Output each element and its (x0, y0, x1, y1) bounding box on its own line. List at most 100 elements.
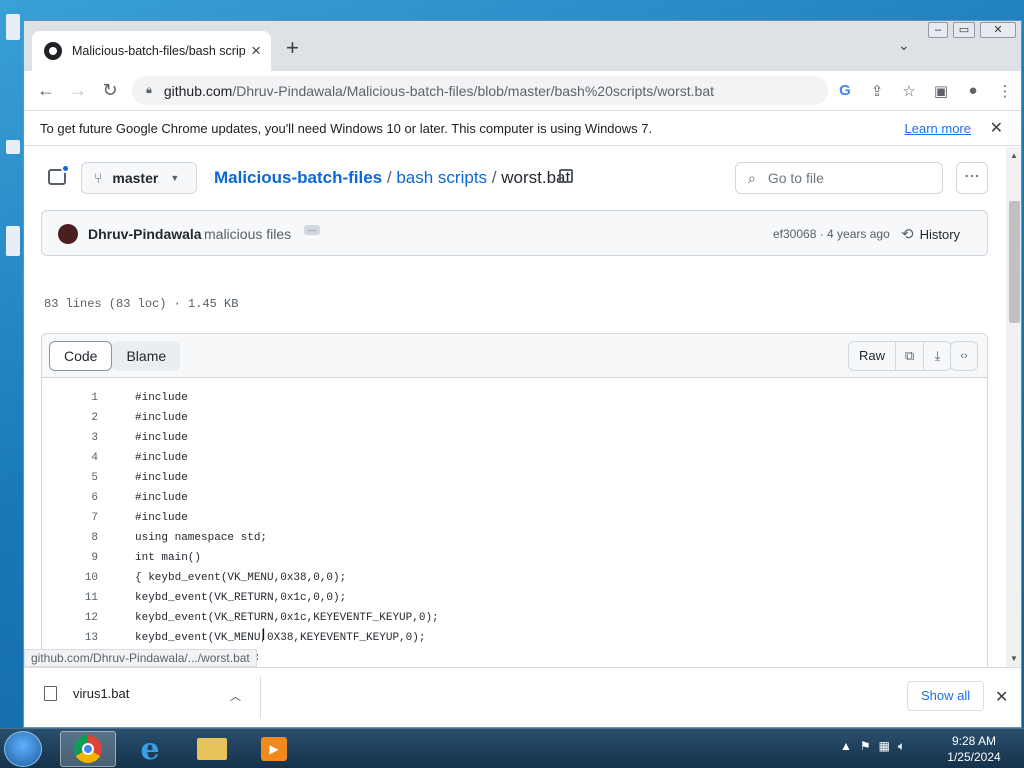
copy-raw-icon[interactable]: ⧉ (896, 341, 925, 371)
volume-icon[interactable]: 🔈︎ (898, 739, 905, 754)
side-panel-icon[interactable]: ▣ (925, 82, 957, 100)
forward-icon[interactable]: → (62, 80, 94, 101)
tab-search-icon[interactable]: ⌄ (898, 37, 910, 54)
page-scrollbar[interactable]: ▲ ▼ (1006, 147, 1021, 667)
scroll-up-icon[interactable]: ▲ (1010, 151, 1018, 160)
back-icon[interactable]: ← (30, 80, 62, 101)
code-line: 7 #include (42, 508, 987, 528)
menu-kebab-icon[interactable]: ⋮ (989, 82, 1021, 100)
close-window-button[interactable]: ✕ (980, 22, 1016, 38)
minimize-button[interactable]: – (928, 22, 948, 38)
tab-blame[interactable]: Blame (112, 341, 181, 371)
code-actions: Raw ⧉ ⤓ (848, 341, 953, 371)
line-number[interactable]: 13 (42, 632, 98, 644)
latest-commit-bar: Dhruv-Pindawala malicious files … ef3006… (41, 210, 988, 256)
symbols-panel-icon[interactable]: ‹› (950, 341, 978, 371)
url-text: github.com/Dhruv-Pindawala/Malicious-bat… (163, 82, 714, 99)
clock[interactable]: 9:28 AM 1/25/2024 (940, 733, 1008, 765)
lock-icon[interactable]: 🔒︎ (146, 84, 152, 97)
explorer-taskbar-button[interactable] (184, 731, 240, 767)
expand-commit-icon[interactable]: … (304, 224, 320, 235)
line-number[interactable]: 3 (42, 432, 98, 444)
profile-icon[interactable]: ● (957, 82, 989, 99)
breadcrumb: Malicious-batch-files / bash scripts / w… (214, 168, 570, 188)
line-number[interactable]: 2 (42, 412, 98, 424)
raw-button[interactable]: Raw (848, 341, 897, 371)
line-number[interactable]: 7 (42, 512, 98, 524)
share-icon[interactable]: ⇪ (861, 82, 893, 100)
line-number[interactable]: 8 (42, 532, 98, 544)
breadcrumb-repo[interactable]: Malicious-batch-files (214, 168, 382, 187)
desktop-shortcut-icon[interactable] (6, 14, 20, 40)
show-all-button[interactable]: Show all (907, 681, 985, 711)
maximize-button[interactable]: ▭ (953, 22, 975, 38)
address-bar[interactable]: 🔒︎ github.com/Dhruv-Pindawala/Malicious-… (132, 76, 828, 105)
go-to-file-input[interactable]: ⌕ Go to file (735, 162, 943, 194)
file-tree-toggle-icon[interactable] (48, 164, 70, 185)
history-button[interactable]: ⟲ History (901, 225, 960, 243)
code-viewer: Code Blame Raw ⧉ ⤓ ‹› 1 #include 2 #include… (41, 333, 988, 667)
commit-author[interactable]: Dhruv-Pindawala (88, 226, 202, 242)
commit-message[interactable]: malicious files (204, 226, 291, 242)
status-url: github.com/Dhruv-Pindawala/.../worst.bat (24, 649, 257, 667)
taskbar: e ▶ ▲ ⚑ ▦ 🔈︎ 9:28 AM 1/25/2024 (0, 728, 1024, 768)
chrome-taskbar-button[interactable] (60, 731, 116, 767)
shelf-divider (260, 676, 261, 718)
line-number[interactable]: 11 (42, 592, 98, 604)
tab-code[interactable]: Code (49, 341, 113, 371)
github-page: ⑂ master ▼ Malicious-batch-files / bash … (24, 147, 1021, 667)
show-hidden-icons-icon[interactable]: ▲ (840, 739, 852, 754)
new-tab-button[interactable]: + (286, 35, 299, 61)
desktop-shortcut-icon[interactable] (6, 140, 20, 154)
scrollbar-thumb[interactable] (1009, 201, 1020, 323)
media-taskbar-button[interactable]: ▶ (246, 731, 302, 767)
line-number[interactable]: 5 (42, 472, 98, 484)
google-icon[interactable]: G (829, 82, 861, 99)
ie-taskbar-button[interactable]: e (122, 731, 178, 767)
line-number[interactable]: 4 (42, 452, 98, 464)
line-code: keybd_event(VK_RETURN,0x1c,0,0); (135, 592, 347, 604)
scroll-down-icon[interactable]: ▼ (1010, 654, 1018, 663)
branch-select[interactable]: ⑂ master ▼ (81, 162, 197, 194)
line-number[interactable]: 12 (42, 612, 98, 624)
breadcrumb-separator: / (491, 168, 497, 187)
copy-path-icon[interactable] (559, 169, 573, 183)
start-button[interactable] (4, 731, 42, 767)
learn-more-link[interactable]: Learn more (905, 121, 971, 136)
avatar[interactable] (58, 224, 78, 244)
network-icon[interactable]: ▦ (879, 739, 890, 754)
line-code: using namespace std; (135, 532, 268, 544)
close-tab-icon[interactable]: × (251, 41, 261, 61)
branch-name: master (112, 170, 159, 186)
line-code: keybd_event(VK_RETURN,0x1c,KEYEVENTF_KEY… (135, 612, 439, 624)
commit-meta[interactable]: ef30068 · 4 years ago (773, 227, 890, 241)
code-line: 10 { keybd_event(VK_MENU,0x38,0,0); (42, 568, 987, 588)
code-line: 4 #include (42, 448, 987, 468)
line-number[interactable]: 9 (42, 552, 98, 564)
download-icon[interactable]: ⤓ (924, 341, 953, 371)
branch-icon: ⑂ (94, 170, 103, 186)
close-shelf-icon[interactable]: ✕ (995, 687, 1008, 707)
desktop-icons (0, 0, 24, 730)
desktop-shortcut-icon[interactable] (6, 226, 20, 256)
download-shelf: virus1.bat ︿ Show all ✕ (24, 667, 1021, 727)
tab-strip: Malicious-batch-files/bash script × + ⌄ … (24, 21, 1021, 71)
action-center-icon[interactable]: ⚑ (860, 739, 871, 754)
close-infobar-icon[interactable]: ✕ (990, 118, 1003, 138)
line-number[interactable]: 6 (42, 492, 98, 504)
file-icon (44, 686, 57, 701)
reload-icon[interactable]: ↻ (94, 80, 126, 101)
bookmark-star-icon[interactable]: ☆ (893, 82, 925, 100)
folder-icon (197, 738, 227, 760)
line-code: #include (135, 472, 188, 484)
code-line: 12 keybd_event(VK_RETURN,0x1c,KEYEVENTF_K… (42, 608, 987, 628)
download-item[interactable]: virus1.bat (44, 686, 129, 701)
download-file-name: virus1.bat (73, 686, 130, 701)
code-line: 13 keybd_event(VK_MENU,0X38,KEYEVENTF_KEY… (42, 628, 987, 648)
tab-active[interactable]: Malicious-batch-files/bash script × (32, 31, 271, 71)
breadcrumb-folder[interactable]: bash scripts (396, 168, 487, 187)
chevron-up-icon[interactable]: ︿ (230, 688, 241, 704)
more-options-button[interactable]: ⋯ (956, 162, 988, 194)
line-number[interactable]: 10 (42, 572, 98, 584)
line-number[interactable]: 1 (42, 392, 98, 404)
